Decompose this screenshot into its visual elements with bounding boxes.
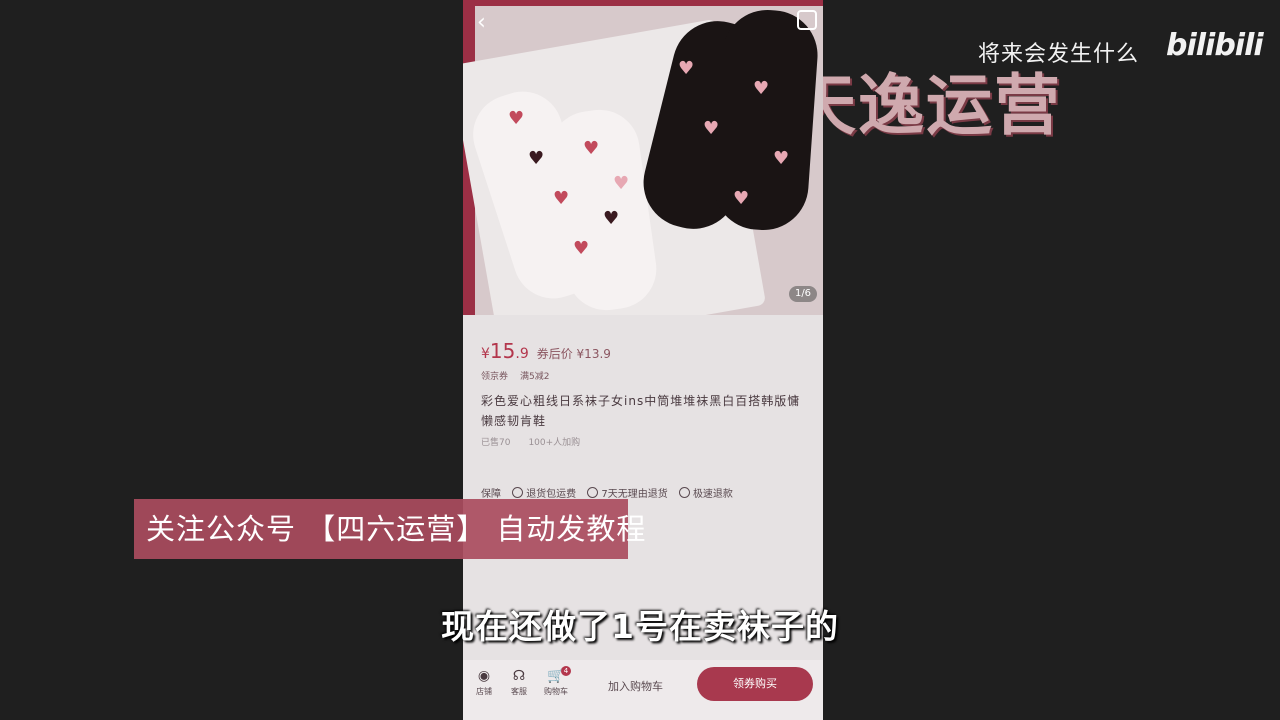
- heart-icon: ♥: [553, 188, 570, 209]
- heart-icon: ♥: [583, 138, 600, 159]
- check-icon: [678, 487, 690, 498]
- check-icon: [587, 487, 599, 498]
- bottom-action-bar: ◉ 店铺 ☊ 客服 🛒 4 购物车 加入购物车 领券购买: [463, 660, 823, 720]
- edit-icon[interactable]: [797, 10, 817, 30]
- heart-icon: ♥: [528, 148, 545, 169]
- price: ¥15.9 券后价 ¥13.9: [481, 339, 611, 363]
- sold-count: 已售70: [481, 438, 511, 448]
- price-decimal: .9: [515, 346, 529, 362]
- shop-label: 店铺: [476, 687, 492, 696]
- video-subtitle: 现在还做了1号在卖袜子的: [441, 607, 839, 646]
- cart-count-badge: 4: [561, 666, 571, 676]
- coupon-tag[interactable]: 满5减2: [520, 372, 549, 382]
- guarantee-item: 极速退款: [692, 489, 733, 500]
- shop-icon: ◉: [477, 668, 491, 684]
- image-pager: 1/6: [789, 286, 817, 302]
- dark-sock: [710, 6, 821, 234]
- headset-icon: ☊: [512, 668, 526, 684]
- heart-icon: ♥: [703, 118, 720, 139]
- heart-icon: ♥: [773, 148, 790, 169]
- guarantee-row[interactable]: 保障 退货包运费 7天无理由退货 极速退款: [481, 485, 733, 500]
- service-label: 客服: [511, 687, 527, 696]
- product-image[interactable]: ♥ ♥ ♥ ♥ ♥ ♥ ♥ ♥ ♥ ♥ ♥ ♥ ‹ 1/6: [463, 0, 823, 315]
- coupon-tags[interactable]: 领京券 满5减2: [481, 369, 561, 382]
- image-frame-top: [463, 0, 823, 6]
- currency-symbol: ¥: [481, 346, 490, 362]
- promo-banner: 关注公众号 【四六运营】 自动发教程: [134, 499, 645, 559]
- heart-icon: ♥: [753, 78, 770, 99]
- add-to-cart-button[interactable]: 加入购物车: [608, 678, 663, 694]
- cart-add-count: 100+人加购: [528, 438, 581, 448]
- cart-button[interactable]: 🛒 4 购物车: [541, 666, 571, 697]
- product-title: 彩色爱心粗线日系袜子女ins中筒堆堆袜黑白百搭韩版慵懒感韧肯鞋: [481, 394, 801, 428]
- heart-icon: ♥: [603, 208, 620, 229]
- heart-icon: ♥: [733, 188, 750, 209]
- bilibili-logo: bilibili: [1166, 28, 1264, 63]
- buy-button[interactable]: 领券购买: [697, 667, 813, 701]
- heart-icon: ♥: [613, 173, 630, 194]
- coupon-tag[interactable]: 领京券: [481, 372, 508, 382]
- heart-icon: ♥: [508, 108, 525, 129]
- after-coupon-price: 券后价 ¥13.9: [536, 347, 611, 361]
- heart-icon: ♥: [573, 238, 590, 259]
- cart-label: 购物车: [544, 687, 568, 696]
- heart-icon: ♥: [678, 58, 695, 79]
- back-icon[interactable]: ‹: [477, 10, 486, 35]
- shop-button[interactable]: ◉ 店铺: [469, 668, 499, 697]
- check-icon: [512, 487, 524, 498]
- price-main: 15: [489, 339, 516, 363]
- service-button[interactable]: ☊ 客服: [504, 668, 534, 697]
- sales-info: 已售70 100+人加购: [481, 435, 598, 448]
